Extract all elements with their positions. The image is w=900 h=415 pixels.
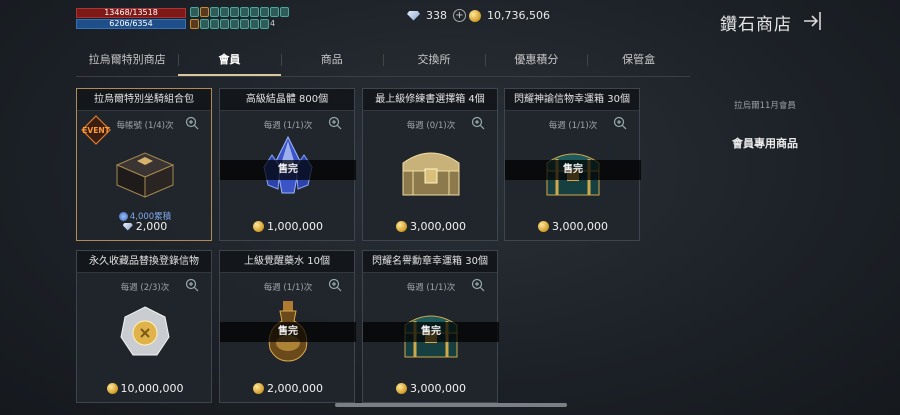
scroll-indicator[interactable] (335, 403, 567, 407)
tab-points[interactable]: 優惠積分 (485, 46, 587, 76)
item-name: 拉烏爾特別坐騎組合包 (77, 89, 211, 111)
buff-icons[interactable]: 4 (190, 7, 298, 29)
gem-currency: 338 + (407, 9, 466, 22)
shop-item-card[interactable]: 上級覺醒藥水 10個 每週 (1/1)次 售完 2,000,000 (219, 250, 356, 403)
zoom-icon[interactable] (613, 116, 627, 130)
zoom-icon[interactable] (185, 278, 199, 292)
package-box-icon (115, 152, 175, 198)
tab-divider (76, 76, 690, 77)
gem-amount: 338 (426, 9, 447, 22)
mp-bar: 6206/6354 (76, 19, 186, 29)
price: 1,000,000 (220, 220, 356, 233)
coin-icon (538, 221, 549, 232)
store-tabs: 拉烏爾特別商店 會員 商品 交換所 優惠積分 保管盒 (76, 46, 690, 76)
shop-item-card[interactable]: 高級結晶體 800個 每週 (1/1)次 售完 1,000,000 (219, 88, 356, 241)
buff-icon (270, 7, 279, 17)
coin-icon (396, 383, 407, 394)
shop-item-card[interactable]: 閃耀神諭信物幸運箱 30個 每週 (1/1)次 售完 3,000,000 (504, 88, 641, 241)
price: 2,000,000 (220, 382, 356, 395)
gold-amount: 10,736,506 (487, 9, 550, 22)
tab-raul-special[interactable]: 拉烏爾特別商店 (76, 46, 178, 76)
hp-bar: 13468/13518 (76, 8, 186, 18)
shop-item-card[interactable]: 閃耀名譽勳章幸運箱 30個 每週 (1/1)次 售完 3,000,000 (362, 250, 499, 403)
price: 2,000 (77, 220, 213, 233)
plus-icon[interactable]: + (453, 9, 466, 22)
hp-text: 13468/13518 (104, 8, 158, 17)
price: 10,000,000 (77, 382, 213, 395)
coin-icon (106, 383, 118, 394)
buff-icon (200, 18, 209, 29)
zoom-icon[interactable] (471, 278, 485, 292)
shop-item-card[interactable]: 最上級修練書選擇箱 4個 每週 (0/1)次 3,000,000 (362, 88, 498, 241)
buff-icon (240, 7, 249, 17)
buff-icon (250, 18, 259, 29)
tab-membership[interactable]: 會員 (178, 46, 281, 76)
zoom-icon[interactable] (328, 278, 342, 292)
price-value: 2,000 (135, 220, 168, 233)
store-title: 鑽石商店 (720, 15, 792, 35)
buff-icon (280, 7, 289, 17)
price-value: 3,000,000 (552, 220, 608, 233)
gold-currency: 10,736,506 (469, 9, 550, 22)
price-value: 3,000,000 (410, 382, 466, 395)
coin-icon (396, 221, 407, 232)
price-value: 10,000,000 (120, 382, 184, 395)
price-value: 3,000,000 (410, 220, 466, 233)
buff-icon (220, 18, 229, 29)
buff-icon (250, 7, 259, 17)
item-name: 閃耀名譽勳章幸運箱 30個 (363, 251, 497, 273)
zoom-icon[interactable] (471, 116, 485, 130)
buff-count: 4 (270, 18, 276, 28)
price-value: 2,000,000 (267, 382, 323, 395)
item-name: 閃耀神諭信物幸運箱 30個 (505, 89, 639, 111)
tab-storage[interactable]: 保管盒 (587, 46, 689, 76)
buff-icon (230, 7, 239, 17)
coin-icon (253, 221, 264, 232)
buff-icon (200, 7, 209, 17)
buff-icon (220, 7, 229, 17)
zoom-icon[interactable] (328, 116, 342, 130)
shop-item-card[interactable]: 永久收藏品替換登錄信物 每週 (2/3)次 10,000,000 (76, 250, 212, 403)
buff-icon (240, 18, 249, 29)
price: 3,000,000 (363, 220, 499, 233)
mp-text: 6206/6354 (109, 19, 153, 28)
item-name: 最上級修練書選擇箱 4個 (363, 89, 497, 111)
buff-icon (210, 18, 219, 29)
token-coin-icon (120, 306, 170, 356)
buff-icon (190, 7, 199, 17)
buff-icon (190, 18, 199, 29)
price-value: 1,000,000 (267, 220, 323, 233)
buff-icon (260, 18, 269, 29)
buff-icon (230, 18, 239, 29)
membership-subtitle: 拉烏爾11月會員 (734, 101, 796, 111)
item-name: 高級結晶體 800個 (220, 89, 354, 111)
buff-icon (210, 7, 219, 17)
exit-icon[interactable] (802, 10, 824, 32)
zoom-icon[interactable] (185, 116, 199, 130)
membership-category[interactable]: 會員專用商品 (700, 135, 830, 151)
shop-item-card[interactable]: 拉烏爾特別坐騎組合包 EVENT 每帳號 (1/4)次 4,000累積 2,00… (76, 88, 212, 241)
sold-out-banner: 售完 (220, 322, 356, 342)
tab-goods[interactable]: 商品 (280, 46, 383, 76)
sold-out-banner: 售完 (363, 322, 499, 342)
buff-icon (260, 7, 269, 17)
sold-out-banner: 售完 (220, 160, 356, 180)
gold-chest-icon (402, 152, 460, 196)
coin-icon (469, 9, 481, 22)
coin-icon (253, 383, 264, 394)
item-name: 永久收藏品替換登錄信物 (77, 251, 211, 273)
gem-icon (407, 10, 420, 21)
item-name: 上級覺醒藥水 10個 (220, 251, 354, 273)
price: 3,000,000 (505, 220, 641, 233)
gem-icon (122, 222, 133, 231)
price: 3,000,000 (363, 382, 499, 395)
sold-out-banner: 售完 (505, 160, 641, 180)
tab-exchange[interactable]: 交換所 (382, 46, 485, 76)
